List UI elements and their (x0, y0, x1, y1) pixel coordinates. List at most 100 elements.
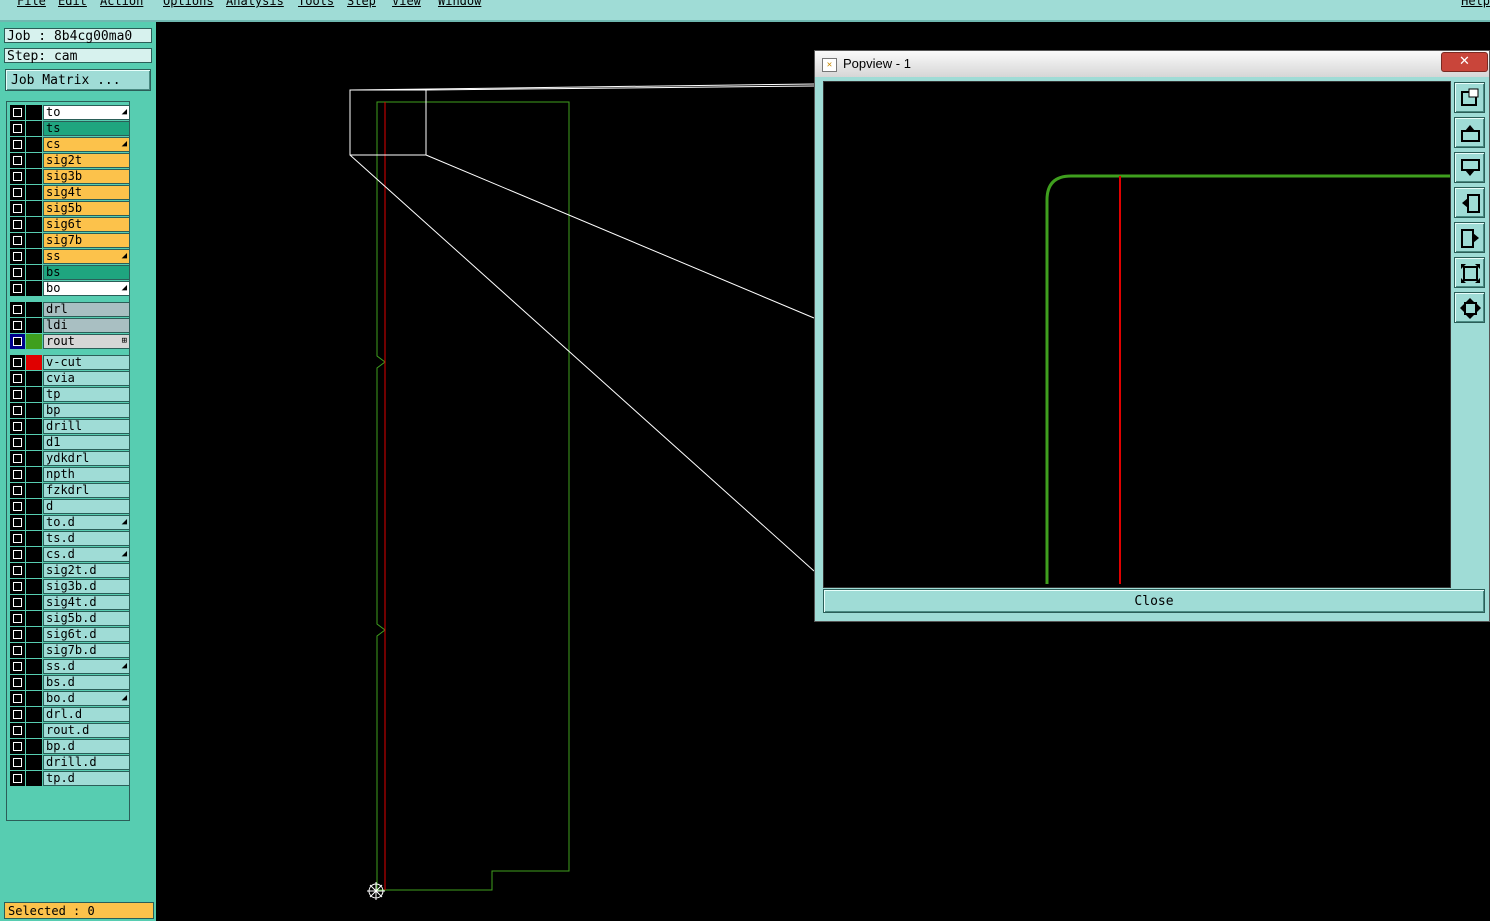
layer-display-color[interactable] (26, 105, 42, 120)
layer-display-color[interactable] (26, 771, 42, 786)
popview-canvas[interactable] (823, 81, 1451, 588)
pan-up-button[interactable] (1454, 117, 1485, 148)
menu-tools[interactable]: Tools (298, 0, 334, 8)
layer-checkbox[interactable] (10, 723, 25, 738)
layer-display-color[interactable] (26, 595, 42, 610)
zoom-region-box[interactable] (349, 89, 427, 156)
layer-row[interactable]: cs.d ◢ (10, 547, 130, 562)
layer-display-color[interactable] (26, 387, 42, 402)
layer-checkbox[interactable] (10, 249, 25, 264)
layer-row[interactable]: sig2t.d (10, 563, 130, 578)
layer-row[interactable]: rout.d (10, 723, 130, 738)
layer-row[interactable]: ts (10, 121, 130, 136)
layer-row[interactable]: sig5b.d (10, 611, 130, 626)
layer-name[interactable]: cs.d ◢ (43, 547, 130, 562)
layer-row[interactable]: sig6t.d (10, 627, 130, 642)
job-matrix-button[interactable]: Job Matrix ... (5, 69, 151, 91)
layer-display-color[interactable] (26, 403, 42, 418)
layer-display-color[interactable] (26, 547, 42, 562)
layer-display-color[interactable] (26, 499, 42, 514)
pan-down-button[interactable] (1454, 152, 1485, 183)
layer-row[interactable]: tp (10, 387, 130, 402)
layer-checkbox[interactable] (10, 265, 25, 280)
window-close-button[interactable]: ✕ (1441, 52, 1488, 72)
layer-checkbox[interactable] (10, 467, 25, 482)
popview-titlebar[interactable]: ✕ Popview - 1 ✕ (815, 51, 1489, 77)
layer-name[interactable]: sig6t (43, 217, 130, 232)
layer-row[interactable]: ts.d (10, 531, 130, 546)
layer-display-color[interactable] (26, 691, 42, 706)
layer-row[interactable]: bo ◢ (10, 281, 130, 296)
layer-checkbox[interactable] (10, 627, 25, 642)
layer-checkbox[interactable] (10, 515, 25, 530)
layer-display-color[interactable] (26, 515, 42, 530)
layer-name[interactable]: cs ◢ (43, 137, 130, 152)
layer-checkbox[interactable] (10, 435, 25, 450)
layer-display-color[interactable] (26, 265, 42, 280)
layer-row[interactable]: fzkdrl (10, 483, 130, 498)
layer-display-color[interactable] (26, 611, 42, 626)
layer-display-color[interactable] (26, 153, 42, 168)
layer-checkbox[interactable] (10, 499, 25, 514)
layer-name[interactable]: drill.d (43, 755, 130, 770)
layer-checkbox[interactable] (10, 547, 25, 562)
layer-name[interactable]: tp.d (43, 771, 130, 786)
layer-checkbox[interactable] (10, 595, 25, 610)
layer-row[interactable]: rout ⊞ (10, 334, 130, 349)
layer-name[interactable]: sig2t (43, 153, 130, 168)
layer-name[interactable]: to ◢ (43, 105, 130, 120)
layer-row[interactable]: cvia (10, 371, 130, 386)
layer-display-color[interactable] (26, 483, 42, 498)
layer-display-color[interactable] (26, 659, 42, 674)
menu-edit[interactable]: Edit (58, 0, 87, 8)
layer-checkbox[interactable] (10, 281, 25, 296)
layer-name[interactable]: d1 (43, 435, 130, 450)
layer-checkbox[interactable] (10, 451, 25, 466)
layer-checkbox[interactable] (10, 483, 25, 498)
layer-row[interactable]: d (10, 499, 130, 514)
layer-checkbox[interactable] (10, 121, 25, 136)
layer-row[interactable]: sig3b.d (10, 579, 130, 594)
layer-checkbox[interactable] (10, 153, 25, 168)
layer-checkbox[interactable] (10, 403, 25, 418)
layer-row[interactable]: ss ◢ (10, 249, 130, 264)
layer-display-color[interactable] (26, 643, 42, 658)
pan-right-button[interactable] (1454, 222, 1485, 253)
layer-checkbox[interactable] (10, 318, 25, 333)
layer-row[interactable]: sig7b.d (10, 643, 130, 658)
layer-display-color[interactable] (26, 121, 42, 136)
layer-row[interactable]: bs (10, 265, 130, 280)
layer-checkbox[interactable] (10, 185, 25, 200)
layer-name[interactable]: bs (43, 265, 130, 280)
layer-row[interactable]: sig4t (10, 185, 130, 200)
layer-checkbox[interactable] (10, 233, 25, 248)
layer-checkbox[interactable] (10, 563, 25, 578)
layer-row[interactable]: to.d ◢ (10, 515, 130, 530)
layer-checkbox[interactable] (10, 771, 25, 786)
close-button[interactable]: Close (823, 589, 1485, 613)
layer-row[interactable]: to ◢ (10, 105, 130, 120)
layer-display-color[interactable] (26, 334, 42, 349)
layer-row[interactable]: cs ◢ (10, 137, 130, 152)
menu-step[interactable]: Step (347, 0, 376, 8)
layer-checkbox[interactable] (10, 371, 25, 386)
layer-name[interactable]: sig3b (43, 169, 130, 184)
layer-name[interactable]: ts (43, 121, 130, 136)
layer-checkbox[interactable] (10, 137, 25, 152)
layer-row[interactable]: ss.d ◢ (10, 659, 130, 674)
layer-checkbox[interactable] (10, 659, 25, 674)
layer-checkbox[interactable] (10, 579, 25, 594)
layer-row[interactable]: sig7b (10, 233, 130, 248)
layer-name[interactable]: npth (43, 467, 130, 482)
layer-row[interactable]: sig6t (10, 217, 130, 232)
menu-action[interactable]: Action (100, 0, 143, 8)
layer-name[interactable]: ydkdrl (43, 451, 130, 466)
layer-display-color[interactable] (26, 755, 42, 770)
layer-name[interactable]: sig4t.d (43, 595, 130, 610)
menu-file[interactable]: File (17, 0, 46, 8)
layer-name[interactable]: ss ◢ (43, 249, 130, 264)
zoom-in-button[interactable] (1454, 82, 1485, 113)
layer-display-color[interactable] (26, 739, 42, 754)
layer-row[interactable]: sig5b (10, 201, 130, 216)
layer-row[interactable]: bp (10, 403, 130, 418)
